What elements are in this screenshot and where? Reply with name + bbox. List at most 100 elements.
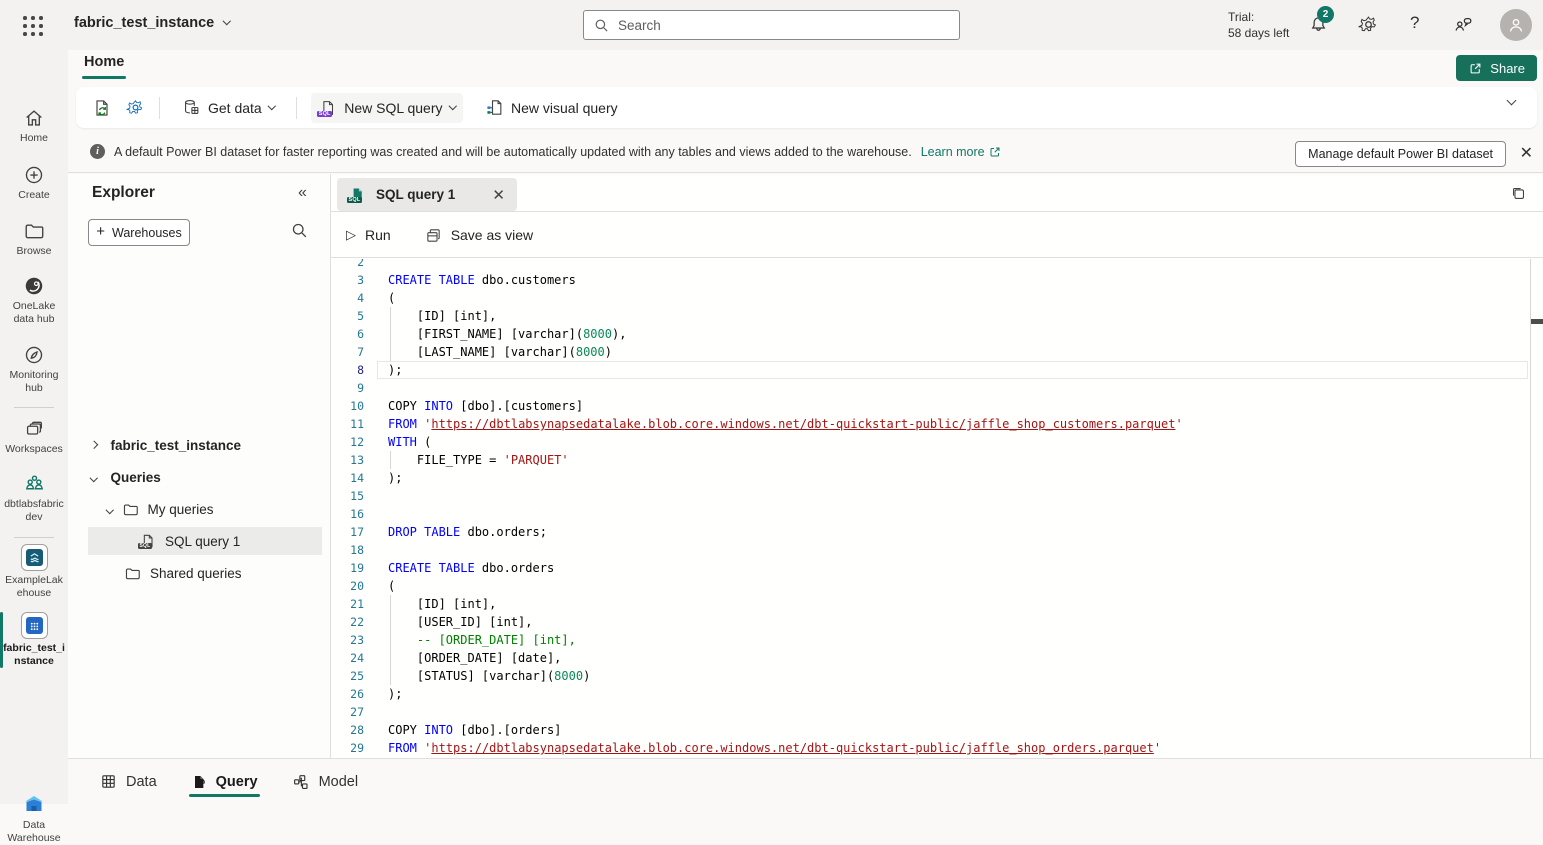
code-line[interactable]: 10COPY INTO [dbo].[customers] (331, 397, 1543, 415)
code-line[interactable]: 9 (331, 379, 1543, 397)
refresh-document-button[interactable] (92, 98, 112, 118)
manage-default-dataset-button[interactable]: Manage default Power BI dataset (1295, 141, 1506, 167)
tree-item-sql-query-1[interactable]: SQL SQL query 1 (88, 527, 322, 555)
code-line[interactable]: 11FROM 'https://dbtlabsynapsedatalake.bl… (331, 415, 1543, 433)
line-code: [STATUS] [varchar](8000) (364, 669, 590, 683)
code-line[interactable]: 25 [STATUS] [varchar](8000) (331, 667, 1543, 685)
tab-model[interactable]: Model (290, 759, 361, 804)
collapse-panel-icon[interactable]: « (298, 184, 307, 202)
line-code: ( (364, 291, 395, 305)
explorer-search-icon[interactable] (291, 222, 308, 239)
code-line[interactable]: 5 [ID] [int], (331, 307, 1543, 325)
new-visual-query-button[interactable]: New visual query (477, 92, 626, 123)
line-code: COPY INTO [dbo].[customers] (364, 399, 583, 413)
line-code: FROM 'https://dbtlabsynapsedatalake.blob… (364, 417, 1183, 431)
chevron-down-icon (106, 506, 114, 514)
editor-scrollbar-track[interactable] (1530, 259, 1531, 758)
query-settings-gear-button[interactable] (126, 98, 145, 117)
person-icon (1507, 16, 1525, 34)
view-switcher-bar: Data Query Model (68, 758, 1543, 804)
help-icon[interactable]: ? (1410, 13, 1419, 33)
code-line[interactable]: 26); (331, 685, 1543, 703)
save-as-view-button[interactable]: Save as view (425, 227, 533, 244)
learn-more-link[interactable]: Learn more (921, 145, 1001, 159)
info-icon: i (90, 144, 105, 159)
new-sql-query-button[interactable]: SQL New SQL query (311, 93, 463, 123)
chevron-down-icon (268, 102, 276, 110)
new-warehouse-button[interactable]: + Warehouses (88, 219, 190, 246)
share-button[interactable]: Share (1456, 55, 1537, 81)
tab-home[interactable]: Home (84, 54, 124, 70)
code-line[interactable]: 8); (331, 361, 1543, 379)
line-number: 4 (331, 291, 364, 305)
code-line[interactable]: 21 [ID] [int], (331, 595, 1543, 613)
chevron-down-icon (448, 102, 456, 110)
line-code: WITH ( (364, 435, 431, 449)
rail-item-monitoring-hub[interactable]: Monitoring hub (0, 344, 68, 395)
line-number: 15 (331, 489, 364, 503)
code-line[interactable]: 27 (331, 703, 1543, 721)
line-number: 9 (331, 381, 364, 395)
code-line[interactable]: 23 -- [ORDER_DATE] [int], (331, 631, 1543, 649)
code-area[interactable]: 23CREATE TABLE dbo.customers4(5 [ID] [in… (331, 259, 1543, 758)
feedback-icon[interactable] (1452, 14, 1474, 36)
rail-item-data-warehouse[interactable]: Data Warehouse (0, 792, 68, 845)
rail-item-onelake-data-hub[interactable]: OneLake data hub (0, 275, 68, 326)
rail-item-home[interactable]: Home (0, 107, 68, 145)
code-line[interactable]: 22 [USER_ID] [int], (331, 613, 1543, 631)
code-line[interactable]: 13 FILE_TYPE = 'PARQUET' (331, 451, 1543, 469)
rail-item-examplelakehouse[interactable]: ExampleLakehouse (0, 544, 68, 600)
tab-query[interactable]: Query (189, 759, 260, 804)
rail-item-dbtlabsfabricdev[interactable]: dbtlabsfabricdev (0, 472, 68, 524)
copy-icon[interactable] (1510, 185, 1527, 202)
editor-scrollbar-thumb[interactable] (1531, 319, 1543, 324)
search-placeholder: Search (618, 18, 661, 33)
chevron-right-icon (90, 441, 98, 449)
code-line[interactable]: 12WITH ( (331, 433, 1543, 451)
tree-item-my-queries[interactable]: My queries (76, 495, 330, 523)
tree-item-shared-queries[interactable]: Shared queries (76, 559, 330, 587)
close-tab-icon[interactable]: ✕ (492, 186, 505, 204)
banner-close-icon[interactable]: ✕ (1520, 143, 1533, 163)
line-number: 14 (331, 471, 364, 485)
code-line[interactable]: 2 (331, 259, 1543, 271)
app-launcher-icon[interactable] (20, 13, 46, 39)
query-tab[interactable]: SQL SQL query 1 ✕ (337, 178, 517, 211)
line-number: 10 (331, 399, 364, 413)
code-line[interactable]: 14); (331, 469, 1543, 487)
code-line[interactable]: 20( (331, 577, 1543, 595)
line-number: 28 (331, 723, 364, 737)
code-line[interactable]: 29FROM 'https://dbtlabsynapsedatalake.bl… (331, 739, 1543, 757)
folder-icon (122, 501, 139, 518)
code-line[interactable]: 6 [FIRST_NAME] [varchar](8000), (331, 325, 1543, 343)
collapse-ribbon-chevron[interactable] (1507, 96, 1517, 106)
code-line[interactable]: 4( (331, 289, 1543, 307)
code-line[interactable]: 18 (331, 541, 1543, 559)
line-number: 16 (331, 507, 364, 521)
code-line[interactable]: 16 (331, 505, 1543, 523)
external-link-icon (989, 146, 1001, 158)
code-line[interactable]: 24 [ORDER_DATE] [date], (331, 649, 1543, 667)
editor-tab-strip: SQL SQL query 1 ✕ (331, 176, 1543, 212)
code-line[interactable]: 15 (331, 487, 1543, 505)
rail-item-create[interactable]: Create (0, 164, 68, 202)
tree-item-queries[interactable]: Queries (76, 463, 330, 491)
search-input[interactable]: Search (583, 10, 960, 40)
code-line[interactable]: 19CREATE TABLE dbo.orders (331, 559, 1543, 577)
rail-item-workspaces[interactable]: Workspaces (0, 418, 68, 456)
onelake-icon (23, 275, 45, 297)
workspace-switcher[interactable]: fabric_test_instance (74, 15, 230, 31)
code-line[interactable]: 28COPY INTO [dbo].[orders] (331, 721, 1543, 739)
folder-icon (124, 565, 141, 582)
get-data-button[interactable]: Get data (174, 92, 282, 123)
tree-item-warehouse-root[interactable]: fabric_test_instance (76, 431, 330, 459)
settings-gear-icon[interactable] (1358, 14, 1379, 35)
rail-item-fabric-test-instance[interactable]: fabric_test_instance (0, 612, 68, 668)
account-avatar[interactable] (1500, 9, 1532, 41)
run-button[interactable]: ▷ Run (346, 227, 391, 243)
tab-data[interactable]: Data (98, 759, 159, 804)
code-line[interactable]: 7 [LAST_NAME] [varchar](8000) (331, 343, 1543, 361)
rail-item-browse[interactable]: Browse (0, 220, 68, 258)
code-line[interactable]: 3CREATE TABLE dbo.customers (331, 271, 1543, 289)
code-line[interactable]: 17DROP TABLE dbo.orders; (331, 523, 1543, 541)
